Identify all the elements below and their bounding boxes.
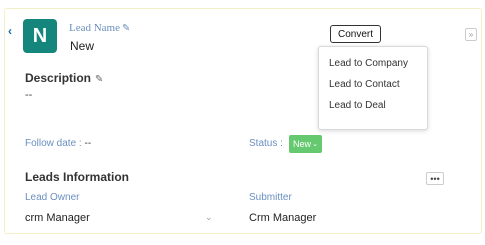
chevron-down-icon: ⌄ (312, 141, 318, 148)
menu-item-lead-to-company[interactable]: Lead to Company (329, 58, 408, 69)
follow-date-row: Follow date : -- (25, 138, 91, 149)
lead-owner-label: Lead Owner (25, 192, 80, 203)
description-title: Description (25, 71, 92, 85)
lead-name-value: New (70, 39, 95, 53)
submitter-label: Submitter (249, 192, 292, 203)
follow-date-label: Follow date : (25, 138, 82, 149)
edit-icon[interactable]: ✎ (122, 23, 130, 34)
description-value: -- (25, 89, 33, 101)
submitter-value: Crm Manager (249, 212, 317, 224)
convert-dropdown-menu: Lead to Company Lead to Contact Lead to … (318, 46, 428, 130)
lead-name-label-row: Lead Name ✎ (69, 22, 130, 34)
lead-name-label: Lead Name (69, 22, 120, 34)
avatar: N (23, 19, 57, 53)
more-options-button[interactable]: ••• (426, 172, 444, 185)
status-label: Status : (249, 138, 283, 149)
chevron-left-icon[interactable]: ‹ (8, 24, 12, 38)
menu-item-lead-to-contact[interactable]: Lead to Contact (329, 79, 400, 90)
expand-icon[interactable]: » (465, 28, 477, 41)
status-dropdown[interactable]: New ⌄ (289, 135, 322, 153)
follow-date-value: -- (84, 138, 92, 149)
edit-icon[interactable]: ✎ (95, 74, 103, 85)
lead-owner-select[interactable]: crm Manager (25, 212, 90, 224)
status-value: New (293, 139, 312, 149)
lead-detail-panel: ‹ N Lead Name ✎ New Convert » Lead to Com… (0, 0, 485, 245)
convert-button[interactable]: Convert (330, 25, 381, 43)
menu-item-lead-to-deal[interactable]: Lead to Deal (329, 100, 386, 111)
leads-information-title: Leads Information (25, 170, 130, 184)
avatar-letter: N (32, 24, 48, 47)
description-heading: Description ✎ (25, 71, 103, 85)
chevron-down-icon[interactable]: ⌄ (205, 212, 213, 223)
